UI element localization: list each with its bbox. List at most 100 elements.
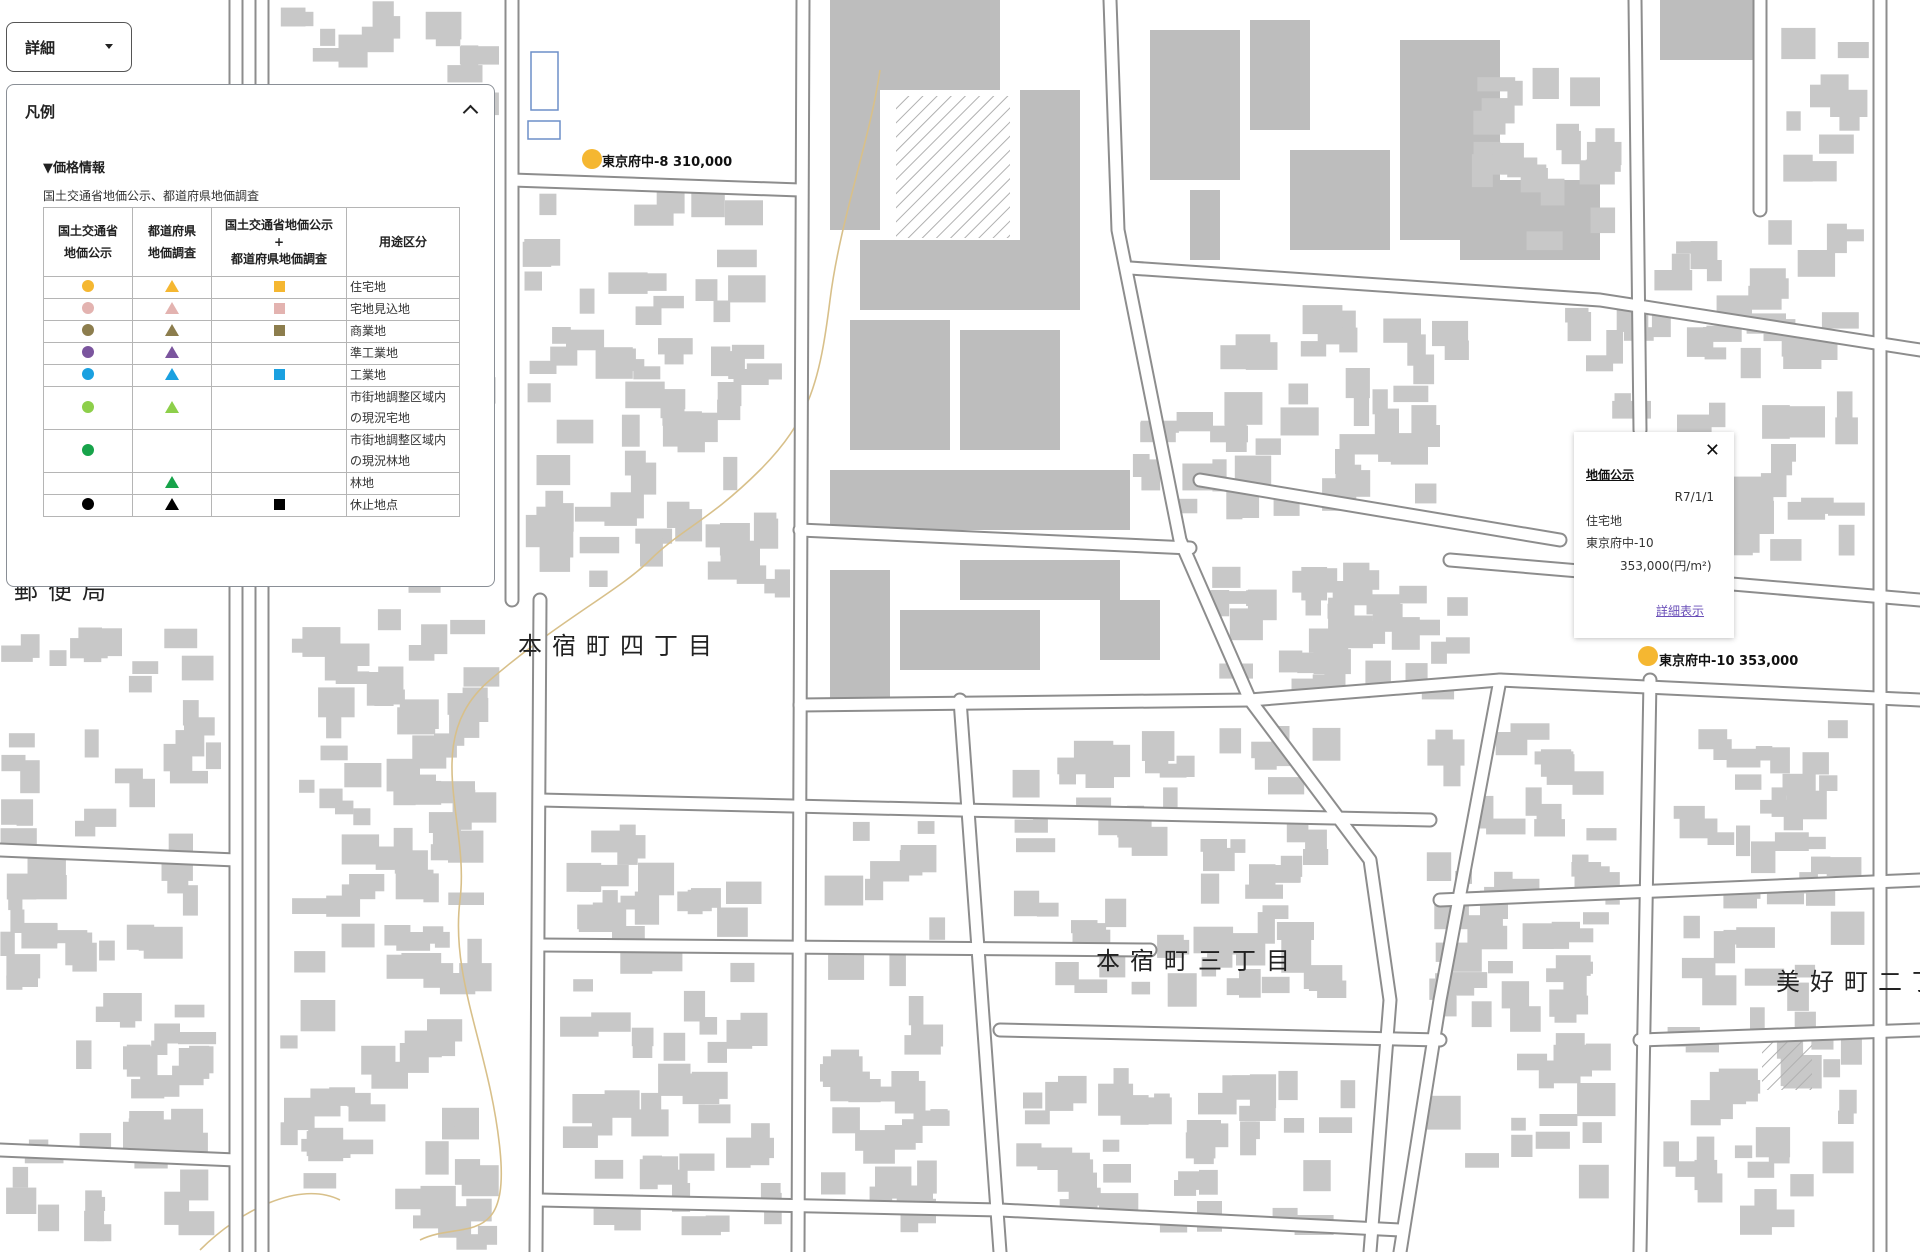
price-marker-label-fuchu-8[interactable]: 東京府中-8 310,000 — [602, 151, 732, 170]
building — [746, 363, 782, 380]
building — [1488, 961, 1513, 974]
building — [1819, 134, 1854, 154]
price-marker-label-fuchu-10[interactable]: 東京府中-10 353,000 — [1659, 650, 1798, 669]
building — [423, 963, 454, 988]
building — [1145, 741, 1169, 774]
legend-use-label-line: 宅地見込地 — [350, 302, 411, 316]
building — [1583, 912, 1609, 925]
building — [1830, 911, 1865, 945]
square-icon — [273, 368, 285, 380]
building — [16, 960, 38, 987]
marker-price: 310,000 — [672, 155, 733, 170]
legend-use-label: 市街地調整区域内 の現況林地 — [346, 429, 460, 473]
building — [1549, 989, 1568, 1017]
building — [1709, 1071, 1736, 1104]
building — [1055, 962, 1079, 986]
legend-row: 市街地調整区域内 の現況宅地 — [43, 386, 460, 430]
building — [1822, 1141, 1854, 1174]
col-combined-line1: 国土交通省地価公示 — [224, 218, 333, 232]
building — [386, 954, 426, 979]
legend-symbol-cell — [211, 364, 347, 387]
close-icon[interactable]: ✕ — [1705, 440, 1720, 461]
building — [1821, 312, 1859, 329]
building — [1839, 1089, 1857, 1114]
square-icon — [273, 498, 285, 510]
legend-table: 国土交通省 地価公示 都道府県 地価調査 国土交通省地価公示 + 都道府県地価調… — [43, 207, 460, 517]
triangle-icon — [165, 368, 179, 380]
building — [579, 536, 620, 554]
building — [348, 1104, 386, 1122]
building — [1176, 412, 1213, 432]
building — [1024, 1110, 1050, 1125]
building — [764, 578, 784, 594]
building — [377, 609, 401, 631]
building — [1383, 318, 1421, 343]
building — [1751, 841, 1776, 874]
legend-use-label-line: の現況林地 — [350, 454, 411, 468]
building — [635, 306, 662, 325]
building — [1415, 483, 1437, 504]
building — [103, 993, 142, 1022]
building — [1074, 979, 1108, 993]
building — [1016, 1143, 1042, 1167]
price-marker-fuchu-10[interactable] — [1638, 646, 1658, 666]
building — [1770, 747, 1790, 774]
building — [6, 873, 37, 900]
triangle-icon — [165, 324, 179, 336]
chevron-up-icon[interactable] — [462, 104, 479, 121]
building — [1534, 819, 1565, 837]
building — [659, 1156, 679, 1176]
building — [820, 1064, 856, 1082]
building — [717, 249, 757, 268]
building — [1225, 420, 1247, 452]
legend-use-label: 市街地調整区域内 の現況宅地 — [346, 386, 460, 430]
price-marker-fuchu-8[interactable] — [582, 149, 602, 169]
detail-dropdown[interactable]: 詳細 — [6, 22, 132, 72]
price-popup: ✕ 地価公示 R7/1/1 住宅地 東京府中-10 353,000(円/m²) … — [1574, 432, 1734, 638]
building — [556, 419, 594, 444]
building — [1683, 915, 1700, 939]
building — [404, 1030, 442, 1058]
building — [641, 273, 667, 291]
building — [1300, 341, 1327, 357]
building — [300, 1000, 336, 1032]
building — [695, 279, 718, 301]
building — [454, 1108, 471, 1127]
legend-use-label-line: 林地 — [350, 476, 375, 490]
building — [284, 1097, 315, 1131]
building — [8, 733, 35, 748]
legend-symbol-cell — [132, 298, 212, 321]
building — [84, 1210, 105, 1242]
building — [1339, 434, 1379, 455]
building — [1426, 852, 1452, 881]
building — [726, 1019, 753, 1049]
building — [1226, 591, 1249, 604]
hatched-facility — [896, 96, 1010, 238]
circle-icon — [82, 498, 94, 510]
building — [131, 1079, 165, 1099]
legend-title: 凡例 — [25, 103, 56, 121]
popup-use: 住宅地 — [1586, 514, 1623, 528]
building — [470, 792, 497, 823]
popup-detail-link[interactable]: 詳細表示 — [1656, 602, 1704, 619]
building — [760, 1183, 781, 1199]
col-combined: 国土交通省地価公示 + 都道府県地価調査 — [211, 207, 347, 277]
building — [1393, 385, 1429, 403]
building — [1681, 957, 1716, 979]
col-national-line2: 地価公示 — [63, 246, 112, 260]
col-combined-line2: + — [273, 235, 285, 249]
facility-outline — [530, 51, 559, 111]
building — [1827, 720, 1848, 739]
detail-dropdown-label: 詳細 — [25, 38, 56, 57]
col-national: 国土交通省 地価公示 — [43, 207, 133, 277]
building — [459, 46, 499, 65]
legend-section-title[interactable]: ▼価格情報 — [43, 157, 105, 176]
building — [1244, 1121, 1260, 1140]
building — [1690, 241, 1718, 270]
building — [163, 743, 193, 772]
legend-use-label-line: の現況宅地 — [350, 411, 411, 425]
building — [167, 880, 189, 894]
building — [717, 907, 748, 937]
building — [1606, 330, 1623, 364]
building — [1374, 408, 1399, 441]
